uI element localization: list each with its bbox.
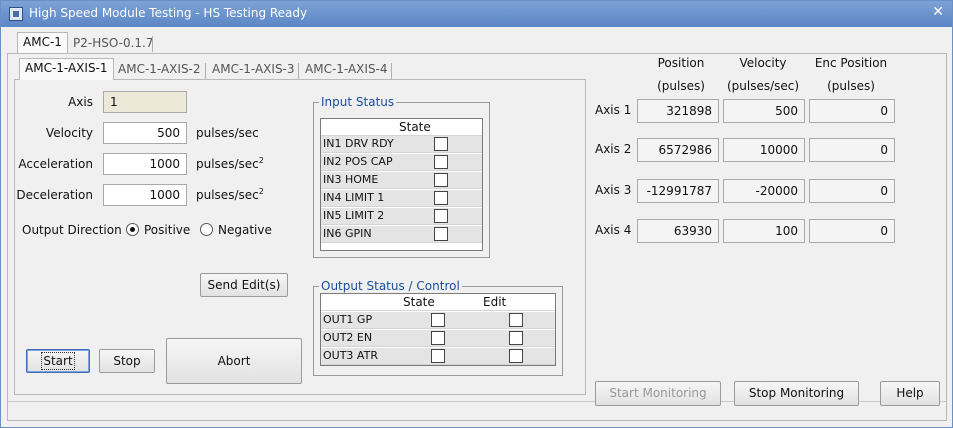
window-title: High Speed Module Testing - HS Testing R… bbox=[29, 6, 308, 20]
monitor-velocity-field: 10000 bbox=[723, 138, 805, 162]
direction-positive-radio[interactable] bbox=[126, 223, 139, 236]
input-state-checkbox bbox=[434, 155, 448, 169]
axis-label: Axis bbox=[68, 95, 93, 109]
input-name: IN6 GPIN bbox=[323, 227, 372, 240]
tab-p2-hso[interactable]: P2-HSO-0.1.7 bbox=[68, 34, 158, 54]
output-edit-header: Edit bbox=[483, 295, 507, 309]
stop-monitoring-button[interactable]: Stop Monitoring bbox=[734, 381, 859, 406]
send-edits-button[interactable]: Send Edit(s) bbox=[200, 273, 288, 297]
output-status-row: OUT2 EN bbox=[321, 330, 555, 347]
tab-divider bbox=[152, 36, 153, 52]
monitor-enc-position-field: 0 bbox=[809, 138, 895, 162]
input-state-header: State bbox=[399, 120, 431, 134]
monitor-axis-label: Axis 3 bbox=[595, 183, 632, 197]
input-state-checkbox bbox=[434, 137, 448, 151]
output-table-header: State Edit bbox=[321, 294, 555, 311]
tab-amc-1[interactable]: AMC-1 bbox=[17, 32, 68, 54]
input-state-checkbox bbox=[434, 191, 448, 205]
monitor-enc-position-field: 0 bbox=[809, 219, 895, 243]
monitor-velocity-field: 500 bbox=[723, 99, 805, 123]
monitor-enc-position-field: 0 bbox=[809, 99, 895, 123]
input-state-checkbox bbox=[434, 173, 448, 187]
acceleration-input[interactable]: 1000 bbox=[103, 153, 187, 175]
monitor-velocity-field: -20000 bbox=[723, 179, 805, 203]
monitor-axis-label: Axis 1 bbox=[595, 103, 632, 117]
start-monitoring-button[interactable]: Start Monitoring bbox=[595, 381, 721, 406]
acceleration-label: Acceleration bbox=[18, 157, 93, 171]
direction-negative-radio[interactable] bbox=[200, 223, 213, 236]
tab-divider bbox=[205, 63, 206, 79]
title-bar[interactable]: High Speed Module Testing - HS Testing R… bbox=[1, 1, 952, 27]
deceleration-input[interactable]: 1000 bbox=[103, 184, 187, 206]
input-status-title: Input Status bbox=[319, 95, 397, 109]
enc-position-header: Enc Position bbox=[814, 56, 888, 70]
velocity-label: Velocity bbox=[45, 126, 93, 140]
input-status-row: IN1 DRV RDY bbox=[321, 136, 482, 153]
help-button[interactable]: Help bbox=[880, 381, 940, 406]
monitor-axis-label: Axis 4 bbox=[595, 223, 632, 237]
output-name: OUT1 GP bbox=[323, 313, 373, 326]
monitor-position-field: -12991787 bbox=[637, 179, 719, 203]
input-name: IN3 HOME bbox=[323, 173, 379, 186]
output-edit-checkbox[interactable] bbox=[509, 331, 523, 345]
main-window: High Speed Module Testing - HS Testing R… bbox=[0, 0, 953, 428]
input-status-table: State IN1 DRV RDY IN2 POS CAP IN3 HOME IN4 … bbox=[320, 118, 483, 251]
input-status-row: IN4 LIMIT 1 bbox=[321, 190, 482, 207]
deceleration-label: Deceleration bbox=[16, 188, 93, 202]
input-name: IN1 DRV RDY bbox=[323, 137, 394, 150]
input-state-checkbox bbox=[434, 227, 448, 241]
monitor-velocity-field: 100 bbox=[723, 219, 805, 243]
input-table-header: State bbox=[321, 119, 482, 136]
output-name: OUT2 EN bbox=[323, 331, 373, 344]
stop-button[interactable]: Stop bbox=[99, 349, 155, 373]
deceleration-unit: pulses/sec2 bbox=[196, 187, 264, 203]
output-edit-checkbox[interactable] bbox=[509, 313, 523, 327]
acceleration-unit: pulses/sec2 bbox=[196, 156, 264, 172]
position-header: Position bbox=[657, 56, 705, 70]
input-status-row: IN2 POS CAP bbox=[321, 154, 482, 171]
output-state-checkbox bbox=[431, 313, 445, 327]
enc-position-unit-header: (pulses) bbox=[827, 79, 875, 93]
abort-button[interactable]: Abort bbox=[166, 338, 302, 384]
tab-axis-3[interactable]: AMC-1-AXIS-3 bbox=[207, 60, 300, 80]
output-status-row: OUT1 GP bbox=[321, 312, 555, 329]
monitor-enc-position-field: 0 bbox=[809, 179, 895, 203]
tab-axis-1[interactable]: AMC-1-AXIS-1 bbox=[19, 58, 114, 80]
direction-negative-label[interactable]: Negative bbox=[218, 223, 272, 237]
output-edit-checkbox[interactable] bbox=[509, 349, 523, 363]
monitor-position-field: 63930 bbox=[637, 219, 719, 243]
input-name: IN2 POS CAP bbox=[323, 155, 393, 168]
output-status-row: OUT3 ATR bbox=[321, 348, 555, 365]
velocity-unit-header: (pulses/sec) bbox=[726, 79, 800, 93]
output-name: OUT3 ATR bbox=[323, 349, 378, 362]
monitor-axis-label: Axis 2 bbox=[595, 142, 632, 156]
output-direction-label: Output Direction bbox=[22, 223, 122, 237]
input-state-checkbox bbox=[434, 209, 448, 223]
tab-divider bbox=[391, 63, 392, 79]
position-unit-header: (pulses) bbox=[657, 79, 705, 93]
output-state-checkbox bbox=[431, 331, 445, 345]
velocity-unit: pulses/sec bbox=[196, 126, 259, 140]
app-icon bbox=[9, 7, 23, 21]
input-status-row: IN5 LIMIT 2 bbox=[321, 208, 482, 225]
input-status-row: IN6 GPIN bbox=[321, 226, 482, 243]
monitor-position-field: 321898 bbox=[637, 99, 719, 123]
input-name: IN4 LIMIT 1 bbox=[323, 191, 385, 204]
direction-positive-label[interactable]: Positive bbox=[144, 223, 190, 237]
input-name: IN5 LIMIT 2 bbox=[323, 209, 385, 222]
close-icon[interactable]: ✕ bbox=[932, 4, 944, 20]
tab-axis-2[interactable]: AMC-1-AXIS-2 bbox=[113, 60, 206, 80]
velocity-input[interactable]: 500 bbox=[103, 122, 187, 144]
monitor-position-field: 6572986 bbox=[637, 138, 719, 162]
output-state-checkbox bbox=[431, 349, 445, 363]
tab-divider bbox=[298, 63, 299, 79]
start-button[interactable]: Start bbox=[26, 349, 90, 373]
output-status-title: Output Status / Control bbox=[319, 279, 462, 293]
output-status-table: State Edit OUT1 GP OUT2 EN OUT3 ATR bbox=[320, 293, 556, 366]
velocity-header: Velocity bbox=[739, 56, 787, 70]
tab-axis-4[interactable]: AMC-1-AXIS-4 bbox=[300, 60, 393, 80]
output-state-header: State bbox=[403, 295, 435, 309]
input-status-row: IN3 HOME bbox=[321, 172, 482, 189]
axis-number-field: 1 bbox=[103, 91, 187, 113]
